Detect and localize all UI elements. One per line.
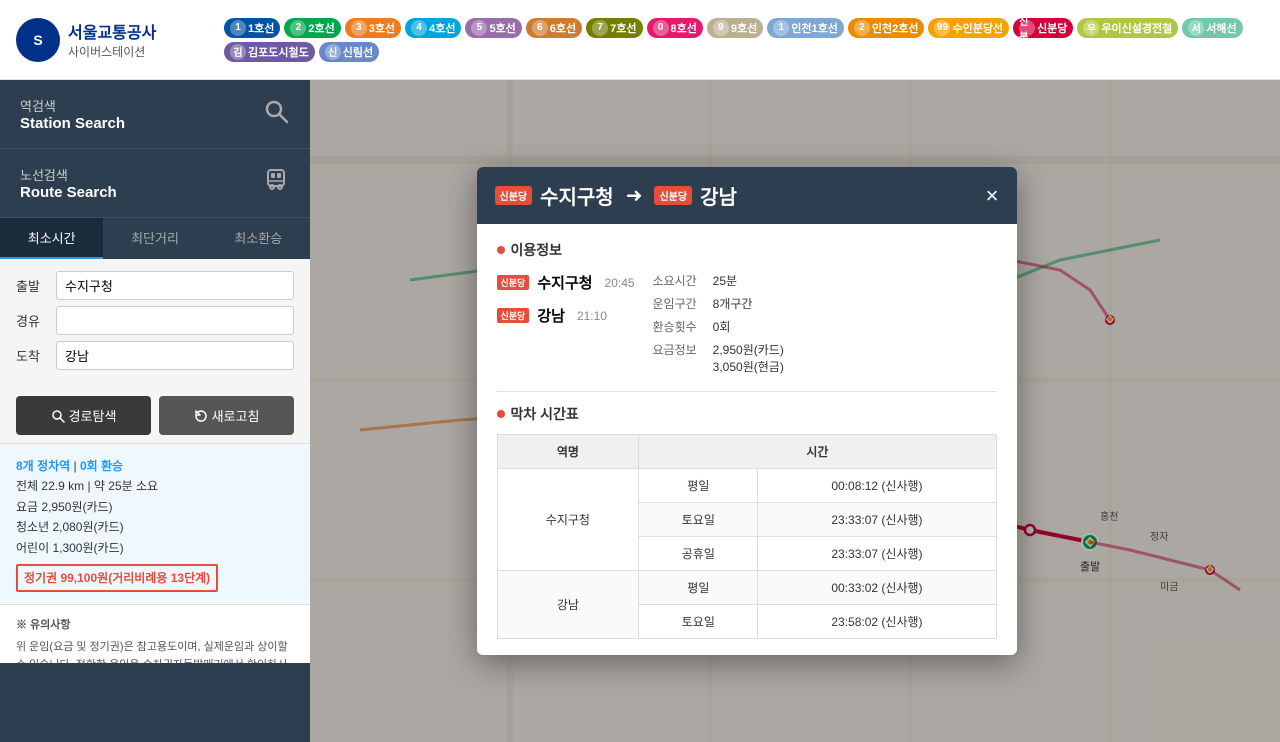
line-badge-7호선[interactable]: 77호선 [586,18,642,38]
reset-button[interactable]: 새로고침 [159,396,294,435]
arrival-label: 도착 [16,346,48,365]
to-stn-time: 21:10 [577,309,607,323]
line-badge-2호선[interactable]: 22호선 [284,18,340,38]
action-buttons: 경로탐색 새로고침 [0,388,310,443]
main-container: 역검색 Station Search 노선검색 Route Search [0,80,1280,742]
line-badge-4호선[interactable]: 44호선 [405,18,461,38]
route-detail-modal: 신분당 수지구청 ➜ 신분당 강남 × 이용정보 신분당 수지구청 [477,167,1017,655]
route-tabs: 최소시간최단거리최소환승 [0,218,310,259]
info-dot [497,246,505,254]
line-badge-신분당[interactable]: 신분신분당 [1013,18,1073,38]
company-name: 서울교통공사 사이버스테이션 [68,19,156,60]
last-train-dot [497,410,505,418]
search-button[interactable]: 경로탐색 [16,396,151,435]
line-badge-신림선[interactable]: 신신림선 [319,42,379,62]
arrow-icon: ➜ [626,183,643,208]
from-line-badge: 신분당 [495,186,533,205]
info-section-title: 이용정보 [497,240,997,260]
sidebar-nav: 역검색 Station Search 노선검색 Route Search [0,80,310,218]
transfers-label: 환승횟수 [653,318,697,335]
fare-value: 2,950원(카드) 3,050원(현금) [713,341,997,375]
modal-header: 신분당 수지구청 ➜ 신분당 강남 × [477,167,1017,224]
logo-icon: S [16,18,60,62]
station-list: 신분당 수지구청 20:45 신분당 강남 21:10 [497,272,637,375]
header: S 서울교통공사 사이버스테이션 11호선22호선33호선44호선55호선66호… [0,0,1280,80]
to-station-name: 강남 [700,181,737,210]
line-tabs: 11호선22호선33호선44호선55호선66호선77호선08호선99호선1인천1… [216,18,1264,62]
col-time: 시간 [639,435,996,469]
line-badge-인천1호선[interactable]: 1인천1호선 [767,18,844,38]
line-badge-5호선[interactable]: 55호선 [465,18,521,38]
via-row: 경유 [16,306,294,335]
from-stn-time: 20:45 [605,276,635,290]
via-label: 경유 [16,311,48,330]
table-row: 강남평일00:33:02 (신사행) [497,571,996,605]
train-icon [262,166,290,200]
notice-area: ※ 유의사항 위 운임(요금 및 정기권)은 참고용도이며, 실제운임과 상이할… [0,604,310,663]
arrival-row: 도착 [16,341,294,370]
map-area: 도착 출발 양재 양재시민의숲 청계산입구 판교 홍천 정자 미금 [310,80,1280,742]
search-icon [262,97,290,131]
to-line-badge: 신분당 [654,186,692,205]
info-grid: 신분당 수지구청 20:45 신분당 강남 21:10 소요시간 25분 [497,272,997,375]
line-badge-수인분당선[interactable]: 99수인분당선 [928,18,1009,38]
from-station-row: 신분당 수지구청 20:45 [497,272,637,293]
line-badge-인천2호선[interactable]: 2인천2호선 [848,18,925,38]
travel-time-label: 소요시간 [653,272,697,289]
line-badge-8호선[interactable]: 08호선 [647,18,703,38]
to-stn-name: 강남 [537,305,565,326]
form-area: 출발 경유 도착 [0,259,310,388]
line-badge-1호선[interactable]: 11호선 [224,18,280,38]
from-stn-badge: 신분당 [497,275,530,290]
line-badge-서해선[interactable]: 서서해선 [1182,18,1242,38]
fare-label: 요금정보 [653,341,697,358]
departure-row: 출발 [16,271,294,300]
line-badge-9호선[interactable]: 99호선 [707,18,763,38]
to-station-row: 신분당 강남 21:10 [497,305,637,326]
logo-area: S 서울교통공사 사이버스테이션 [16,18,216,62]
line-badge-김포도시철도[interactable]: 김김포도시철도 [224,42,315,62]
result-scroll[interactable]: 8개 정차역 | 0회 환승 전체 22.9 km | 약 25분 소요 요금 … [0,443,310,663]
transfers-value: 0회 [713,318,997,335]
from-station-name: 수지구청 [540,181,614,210]
via-input[interactable] [56,306,294,335]
search-btn-icon [51,409,65,423]
last-train-table: 역명 시간 수지구청평일00:08:12 (신사행)토요일23:33:07 (신… [497,434,997,639]
sidebar-item-station-search[interactable]: 역검색 Station Search [0,80,310,149]
arrival-input[interactable] [56,341,294,370]
line-badge-3호선[interactable]: 33호선 [345,18,401,38]
info-right: 소요시간 25분 운임구간 8개구간 환승횟수 0회 요금정보 2,950원(카… [653,272,997,375]
modal-body[interactable]: 이용정보 신분당 수지구청 20:45 신분당 강남 21:10 [477,224,1017,655]
travel-time-value: 25분 [713,272,997,289]
modal-close-button[interactable]: × [986,185,999,207]
sidebar: 역검색 Station Search 노선검색 Route Search [0,80,310,742]
from-stn-name: 수지구청 [537,272,592,293]
svg-text:S: S [33,32,42,48]
sidebar-item-route-search[interactable]: 노선검색 Route Search [0,149,310,218]
reset-icon [194,409,208,423]
result-info: 8개 정차역 | 0회 환승 전체 22.9 km | 약 25분 소요 요금 … [0,443,310,604]
section-divider [497,391,997,392]
col-station: 역명 [497,435,639,469]
line-badge-우이신설경전철[interactable]: 우우이신설경전철 [1077,18,1178,38]
to-stn-badge: 신분당 [497,308,530,323]
departure-input[interactable] [56,271,294,300]
route-tab-0[interactable]: 최소시간 [0,218,103,259]
last-train-section-title: 막차 시간표 [497,404,997,424]
line-badge-6호선[interactable]: 66호선 [526,18,582,38]
table-row: 수지구청평일00:08:12 (신사행) [497,469,996,503]
route-tab-1[interactable]: 최단거리 [103,218,206,259]
fare-section-label: 운임구간 [653,295,697,312]
route-tab-2[interactable]: 최소환승 [207,218,310,259]
fare-section-value: 8개구간 [713,295,997,312]
departure-label: 출발 [16,276,48,295]
